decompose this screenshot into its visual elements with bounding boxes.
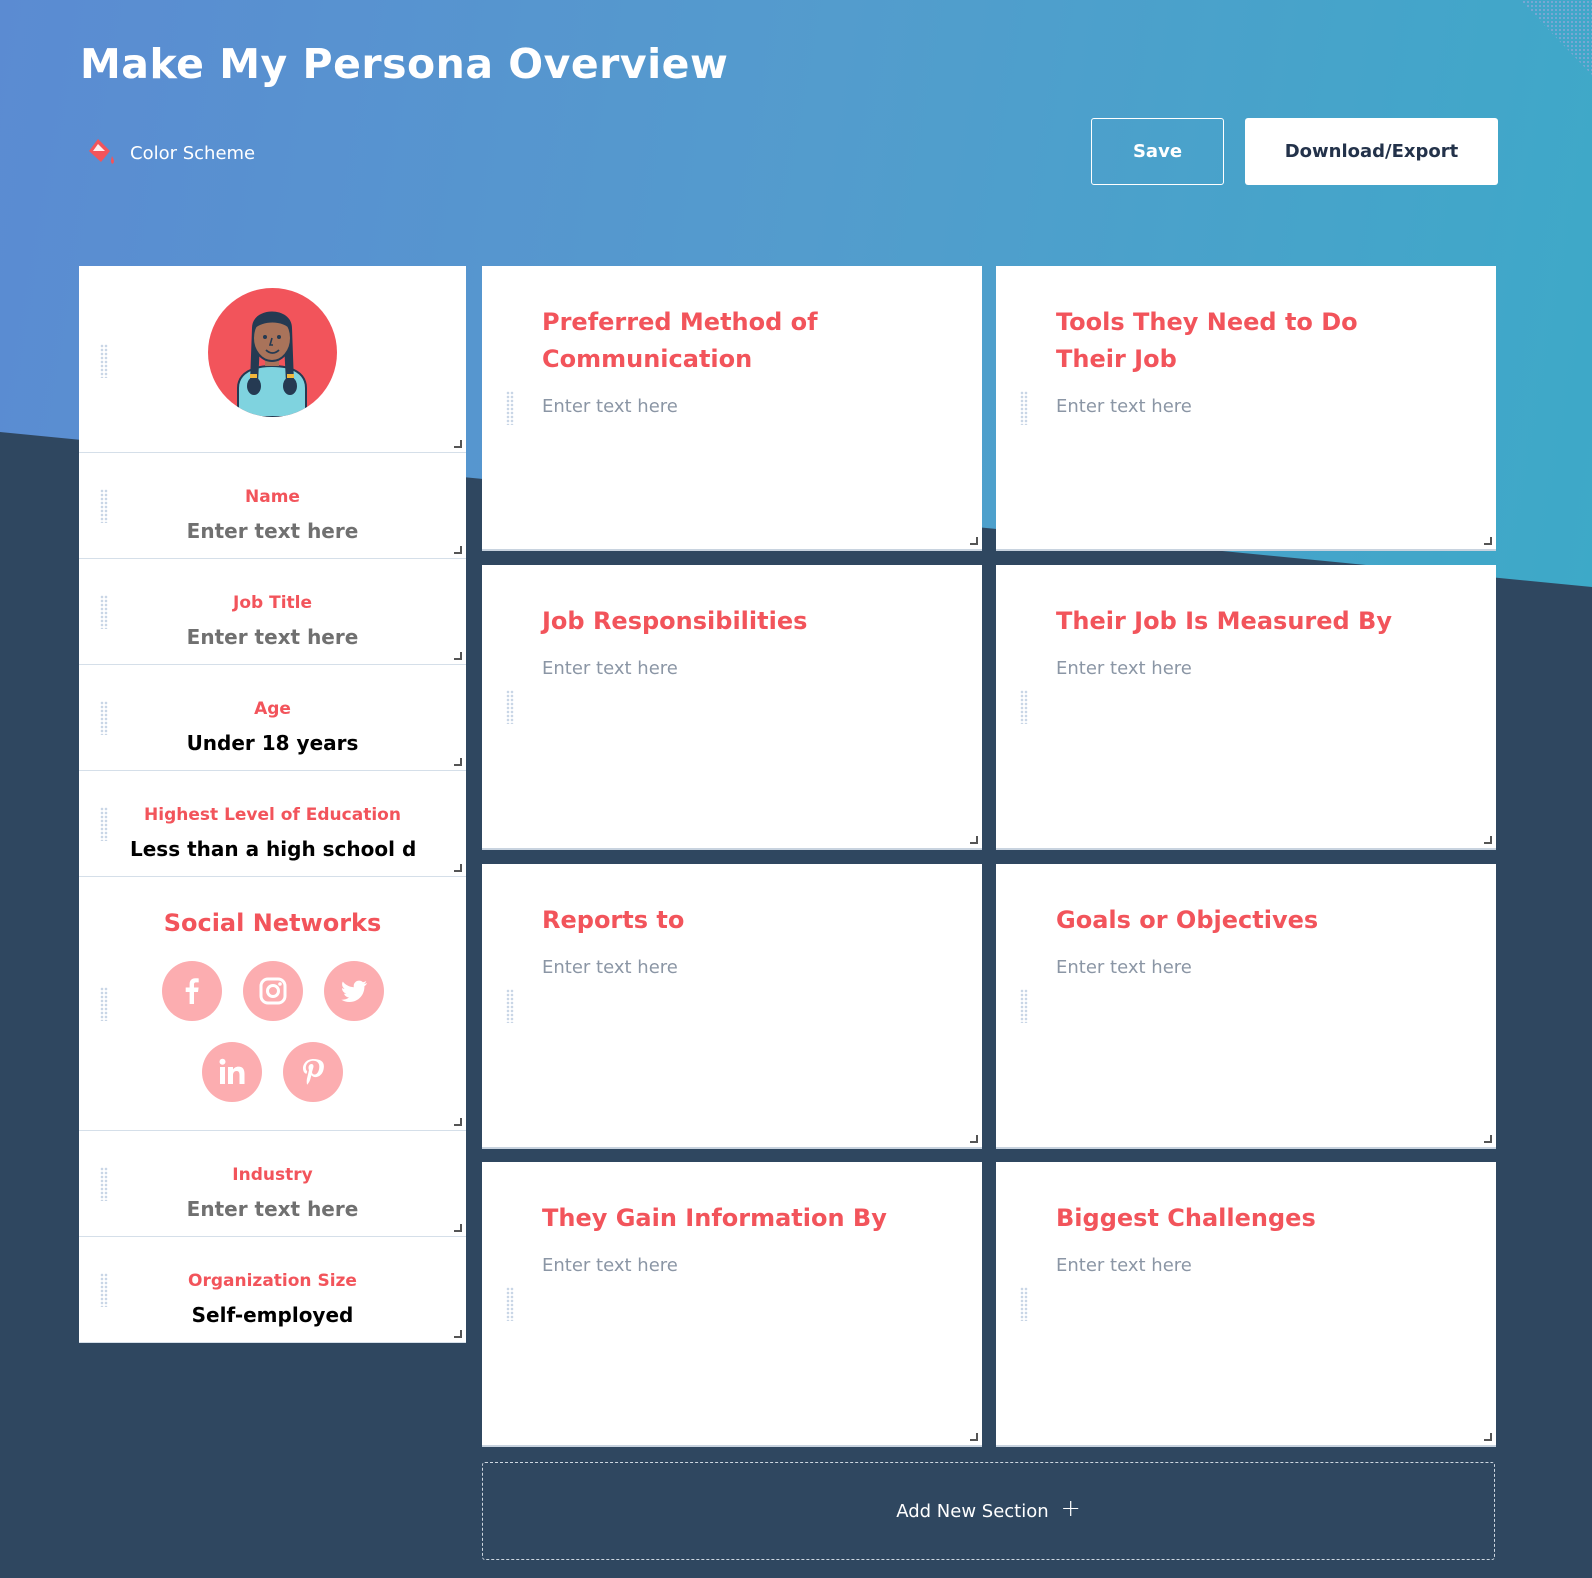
section-card: They Gain Information By Enter text here xyxy=(482,1162,982,1447)
drag-handle-icon[interactable] xyxy=(1020,690,1028,724)
drag-handle-icon[interactable] xyxy=(100,987,108,1021)
section-text-input[interactable]: Enter text here xyxy=(542,396,678,417)
section-text-input[interactable]: Enter text here xyxy=(542,957,678,978)
resize-handle-icon[interactable] xyxy=(970,1135,978,1143)
resize-handle-icon[interactable] xyxy=(970,1433,978,1441)
organization-size-select[interactable]: Self-employed xyxy=(79,1303,466,1327)
industry-field-card: Industry Enter text here xyxy=(79,1131,466,1237)
section-text-input[interactable]: Enter text here xyxy=(1056,396,1192,417)
facebook-button[interactable] xyxy=(161,961,222,1021)
resize-handle-icon[interactable] xyxy=(454,864,462,872)
linkedin-button[interactable] xyxy=(202,1042,262,1102)
section-title[interactable]: Preferred Method of Communication xyxy=(542,304,902,378)
add-new-section-button[interactable]: Add New Section + xyxy=(482,1462,1495,1560)
age-field-card: Age Under 18 years xyxy=(79,665,466,771)
drag-handle-icon[interactable] xyxy=(100,807,108,841)
section-card: Job Responsibilities Enter text here xyxy=(482,565,982,850)
resize-handle-icon[interactable] xyxy=(454,758,462,766)
social-networks-card: Social Networks xyxy=(79,877,466,1131)
color-scheme-button[interactable]: Color Scheme xyxy=(84,136,255,170)
education-field-card: Highest Level of Education Less than a h… xyxy=(79,771,466,877)
field-label: Job Title xyxy=(233,593,312,613)
resize-handle-icon[interactable] xyxy=(970,836,978,844)
industry-input[interactable]: Enter text here xyxy=(79,1197,466,1221)
instagram-button[interactable] xyxy=(242,961,303,1021)
section-title[interactable]: They Gain Information By xyxy=(542,1200,902,1237)
drag-handle-icon[interactable] xyxy=(506,690,514,724)
drag-handle-icon[interactable] xyxy=(100,595,108,629)
section-text-input[interactable]: Enter text here xyxy=(1056,1255,1192,1276)
drag-handle-icon[interactable] xyxy=(100,1273,108,1307)
resize-handle-icon[interactable] xyxy=(454,652,462,660)
resize-handle-icon[interactable] xyxy=(454,440,462,448)
linkedin-icon xyxy=(219,1058,245,1084)
social-networks-label: Social Networks xyxy=(163,909,382,937)
name-field-card: Name Enter text here xyxy=(79,453,466,559)
drag-handle-icon[interactable] xyxy=(100,344,108,378)
drag-handle-icon[interactable] xyxy=(100,489,108,523)
resize-handle-icon[interactable] xyxy=(454,1118,462,1126)
profile-column: Name Enter text here Job Title Enter tex… xyxy=(79,266,466,1343)
section-card: Tools They Need to Do Their Job Enter te… xyxy=(996,266,1496,551)
plus-icon: + xyxy=(1060,1494,1081,1522)
avatar-icon[interactable] xyxy=(208,288,337,417)
resize-handle-icon[interactable] xyxy=(1484,836,1492,844)
drag-handle-icon[interactable] xyxy=(1020,989,1028,1023)
avatar-card xyxy=(79,266,466,453)
resize-handle-icon[interactable] xyxy=(970,537,978,545)
section-title[interactable]: Goals or Objectives xyxy=(1056,902,1416,939)
section-text-input[interactable]: Enter text here xyxy=(542,658,678,679)
save-button[interactable]: Save xyxy=(1091,118,1224,185)
download-export-button[interactable]: Download/Export xyxy=(1245,118,1498,185)
twitter-icon xyxy=(340,980,367,1002)
section-card: Their Job Is Measured By Enter text here xyxy=(996,565,1496,850)
job-title-field-card: Job Title Enter text here xyxy=(79,559,466,665)
resize-handle-icon[interactable] xyxy=(454,546,462,554)
drag-handle-icon[interactable] xyxy=(1020,1287,1028,1321)
drag-handle-icon[interactable] xyxy=(100,1167,108,1201)
resize-handle-icon[interactable] xyxy=(454,1224,462,1232)
section-card: Reports to Enter text here xyxy=(482,864,982,1149)
section-text-input[interactable]: Enter text here xyxy=(542,1255,678,1276)
field-label: Industry xyxy=(232,1165,313,1185)
organization-size-field-card: Organization Size Self-employed xyxy=(79,1237,466,1343)
drag-handle-icon[interactable] xyxy=(506,989,514,1023)
age-select[interactable]: Under 18 years xyxy=(79,731,466,755)
resize-handle-icon[interactable] xyxy=(1484,1433,1492,1441)
section-title[interactable]: Biggest Challenges xyxy=(1056,1200,1416,1237)
section-title[interactable]: Their Job Is Measured By xyxy=(1056,603,1416,640)
field-label: Highest Level of Education xyxy=(144,805,401,825)
resize-handle-icon[interactable] xyxy=(454,1330,462,1338)
pinterest-button[interactable] xyxy=(283,1042,343,1102)
drag-handle-icon[interactable] xyxy=(100,701,108,735)
section-text-input[interactable]: Enter text here xyxy=(1056,658,1192,679)
instagram-icon xyxy=(259,977,286,1005)
add-new-section-label: Add New Section xyxy=(896,1500,1049,1522)
section-card: Biggest Challenges Enter text here xyxy=(996,1162,1496,1447)
education-select[interactable]: Less than a high school diploma xyxy=(130,837,415,861)
section-text-input[interactable]: Enter text here xyxy=(1056,957,1192,978)
paint-bucket-icon xyxy=(89,139,114,164)
field-label: Name xyxy=(245,487,300,507)
field-label: Organization Size xyxy=(188,1271,357,1291)
section-title[interactable]: Job Responsibilities xyxy=(542,603,902,640)
resize-handle-icon[interactable] xyxy=(1484,537,1492,545)
drag-handle-icon[interactable] xyxy=(506,391,514,425)
drag-handle-icon[interactable] xyxy=(506,1287,514,1321)
field-label: Age xyxy=(254,699,291,719)
pinterest-icon xyxy=(303,1059,324,1085)
facebook-icon xyxy=(185,978,199,1004)
name-input[interactable]: Enter text here xyxy=(79,519,466,543)
section-card: Goals or Objectives Enter text here xyxy=(996,864,1496,1149)
twitter-button[interactable] xyxy=(323,961,384,1021)
drag-handle-icon[interactable] xyxy=(1020,391,1028,425)
section-title[interactable]: Reports to xyxy=(542,902,902,939)
job-title-input[interactable]: Enter text here xyxy=(79,625,466,649)
section-card: Preferred Method of Communication Enter … xyxy=(482,266,982,551)
section-title[interactable]: Tools They Need to Do Their Job xyxy=(1056,304,1416,378)
page-title: Make My Persona Overview xyxy=(80,40,729,88)
color-scheme-label: Color Scheme xyxy=(130,142,256,164)
resize-handle-icon[interactable] xyxy=(1484,1135,1492,1143)
